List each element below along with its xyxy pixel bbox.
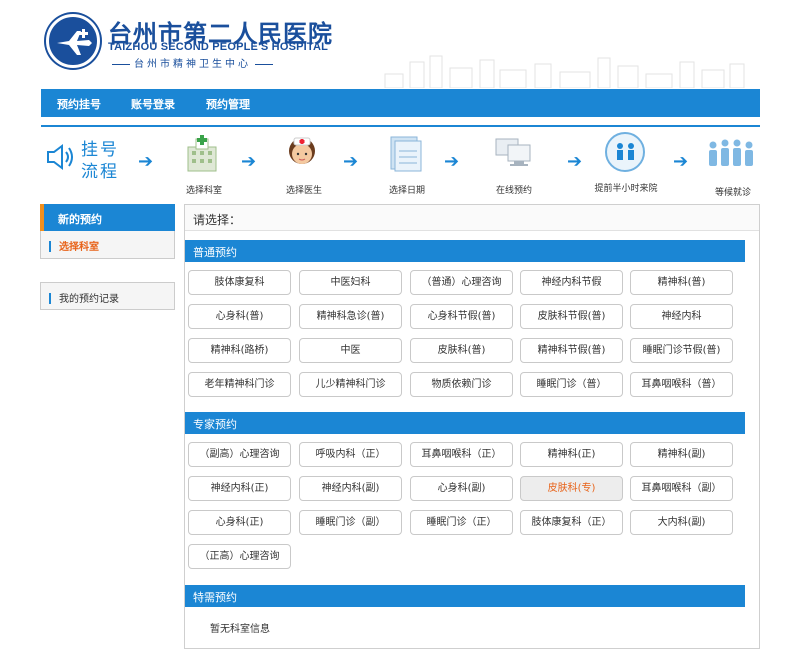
department-button[interactable]: 精神科(普) (630, 270, 733, 295)
department-button[interactable]: （正高）心理咨询 (188, 544, 291, 569)
arrow-right-icon: ➔ (444, 151, 460, 172)
department-button[interactable]: 耳鼻咽喉科（普） (630, 372, 733, 397)
department-button[interactable]: 老年精神科门诊 (188, 372, 291, 397)
department-button[interactable]: 肢体康复科 (188, 270, 291, 295)
department-button[interactable]: 精神科急诊(普) (299, 304, 402, 329)
airplane-cross-icon (57, 29, 92, 55)
department-button[interactable]: 耳鼻咽喉科（副） (630, 476, 733, 501)
speaker-icon (47, 144, 73, 170)
hospital-building-icon (187, 135, 217, 172)
department-button[interactable]: 皮肤科(专) (520, 476, 623, 501)
department-button[interactable]: 心身科节假(普) (410, 304, 513, 329)
nurse-icon (289, 137, 315, 164)
arrow-right-icon: ➔ (241, 151, 257, 172)
department-button[interactable]: 神经内科(正) (188, 476, 291, 501)
nav-login[interactable]: 账号登录 (131, 96, 175, 112)
department-button[interactable]: 大内科(副) (630, 510, 733, 535)
nav-manage[interactable]: 预约管理 (206, 96, 250, 112)
arrow-right-icon: ➔ (138, 151, 154, 172)
sidebar-item-label: 选择科室 (59, 242, 99, 253)
department-button[interactable]: 神经内科 (630, 304, 733, 329)
panel-prompt: 请选择： (185, 205, 759, 231)
department-button[interactable]: 精神科(副) (630, 442, 733, 467)
hospital-subtitle-text: 台州市精神卫生中心 (134, 59, 251, 70)
step-online-booking: 在线预约 (494, 133, 534, 196)
department-button[interactable]: 睡眠门诊（副） (299, 510, 402, 535)
department-button[interactable]: 心身科(普) (188, 304, 291, 329)
people-clock-icon (605, 132, 645, 172)
section-header: 特需预约 (185, 585, 745, 607)
nav-appointment[interactable]: 预约挂号 (57, 96, 101, 112)
step-label: 选择日期 (388, 186, 425, 196)
arrow-right-icon: ➔ (343, 151, 359, 172)
city-skyline-decoration (384, 55, 745, 88)
arrow-right-icon: ➔ (567, 151, 583, 172)
step-label: 等候就诊 (714, 188, 751, 198)
step-arrive-early: 提前半小时来院 (594, 131, 658, 194)
section-header: 专家预约 (185, 412, 745, 434)
sidebar-item-records[interactable]: 我的预约记录 (40, 282, 175, 310)
step-label: 在线预约 (495, 186, 532, 196)
department-button[interactable]: 肢体康复科（正） (520, 510, 623, 535)
hospital-name-en: TAIZHOU SECOND PEOPLE'S HOSPITAL (108, 41, 329, 53)
step-label: 提前半小时来院 (594, 184, 658, 194)
sidebar-item-label: 我的预约记录 (59, 294, 119, 305)
department-button[interactable]: （副高）心理咨询 (188, 442, 291, 467)
department-button[interactable]: 中医 (299, 338, 402, 363)
hospital-logo (46, 14, 100, 68)
department-button[interactable]: 皮肤科节假(普) (520, 304, 623, 329)
process-title-line1: 挂号 (81, 140, 119, 160)
department-button[interactable]: 耳鼻咽喉科（正） (410, 442, 513, 467)
department-button[interactable]: 精神科节假(普) (520, 338, 623, 363)
waiting-people-icon (709, 139, 753, 166)
process-title: 挂号 流程 (81, 139, 119, 183)
sidebar-item-select-dept[interactable]: 选择科室 (40, 231, 175, 259)
department-button[interactable]: 心身科(副) (410, 476, 513, 501)
department-button[interactable]: 精神科(正) (520, 442, 623, 467)
department-button[interactable]: （普通）心理咨询 (410, 270, 513, 295)
step-select-doctor: 选择医生 (284, 133, 322, 196)
header: 台州市第二人民医院 TAIZHOU SECOND PEOPLE'S HOSPIT… (0, 0, 798, 89)
department-button[interactable]: 神经内科(副) (299, 476, 402, 501)
main-nav: 预约挂号 账号登录 预约管理 (41, 89, 760, 117)
department-button[interactable]: 皮肤科(普) (410, 338, 513, 363)
process-steps: 挂号 流程 ➔ 选择科室 ➔ 选择医生 ➔ 选择日期 ➔ 在线预约 ➔ 提前半小… (41, 127, 760, 198)
step-select-date: 选择日期 (387, 133, 425, 196)
step-label: 选择科室 (185, 186, 222, 196)
hospital-subtitle: 台州市精神卫生中心 (108, 55, 277, 70)
sidebar: 新的预约 选择科室 (40, 204, 175, 259)
step-select-dept: 选择科室 (184, 133, 222, 196)
department-button[interactable]: 呼吸内科（正） (299, 442, 402, 467)
department-button[interactable]: 精神科(路桥) (188, 338, 291, 363)
computer-icon (495, 138, 531, 166)
sidebar-header: 新的预约 (40, 204, 175, 231)
department-panel: 请选择： 普通预约肢体康复科 中医妇科 （普通）心理咨询 神经内科节假 精神科(普) 心身… (184, 204, 760, 649)
department-button[interactable]: 中医妇科 (299, 270, 402, 295)
department-button[interactable]: 神经内科节假 (520, 270, 623, 295)
process-title-line2: 流程 (81, 162, 119, 182)
department-button[interactable]: 儿少精神科门诊 (299, 372, 402, 397)
department-button[interactable]: 物质依赖门诊 (410, 372, 513, 397)
department-button[interactable]: 睡眠门诊节假(普) (630, 338, 733, 363)
step-label: 选择医生 (285, 186, 322, 196)
department-button[interactable]: 睡眠门诊（正） (410, 510, 513, 535)
section-header: 普通预约 (185, 240, 745, 262)
arrow-right-icon: ➔ (673, 151, 689, 172)
empty-message: 暂无科室信息 (210, 624, 270, 635)
calendar-icon (390, 136, 422, 172)
department-button[interactable]: 睡眠门诊（普） (520, 372, 623, 397)
department-button[interactable]: 心身科(正) (188, 510, 291, 535)
step-wait: 等候就诊 (707, 135, 757, 198)
